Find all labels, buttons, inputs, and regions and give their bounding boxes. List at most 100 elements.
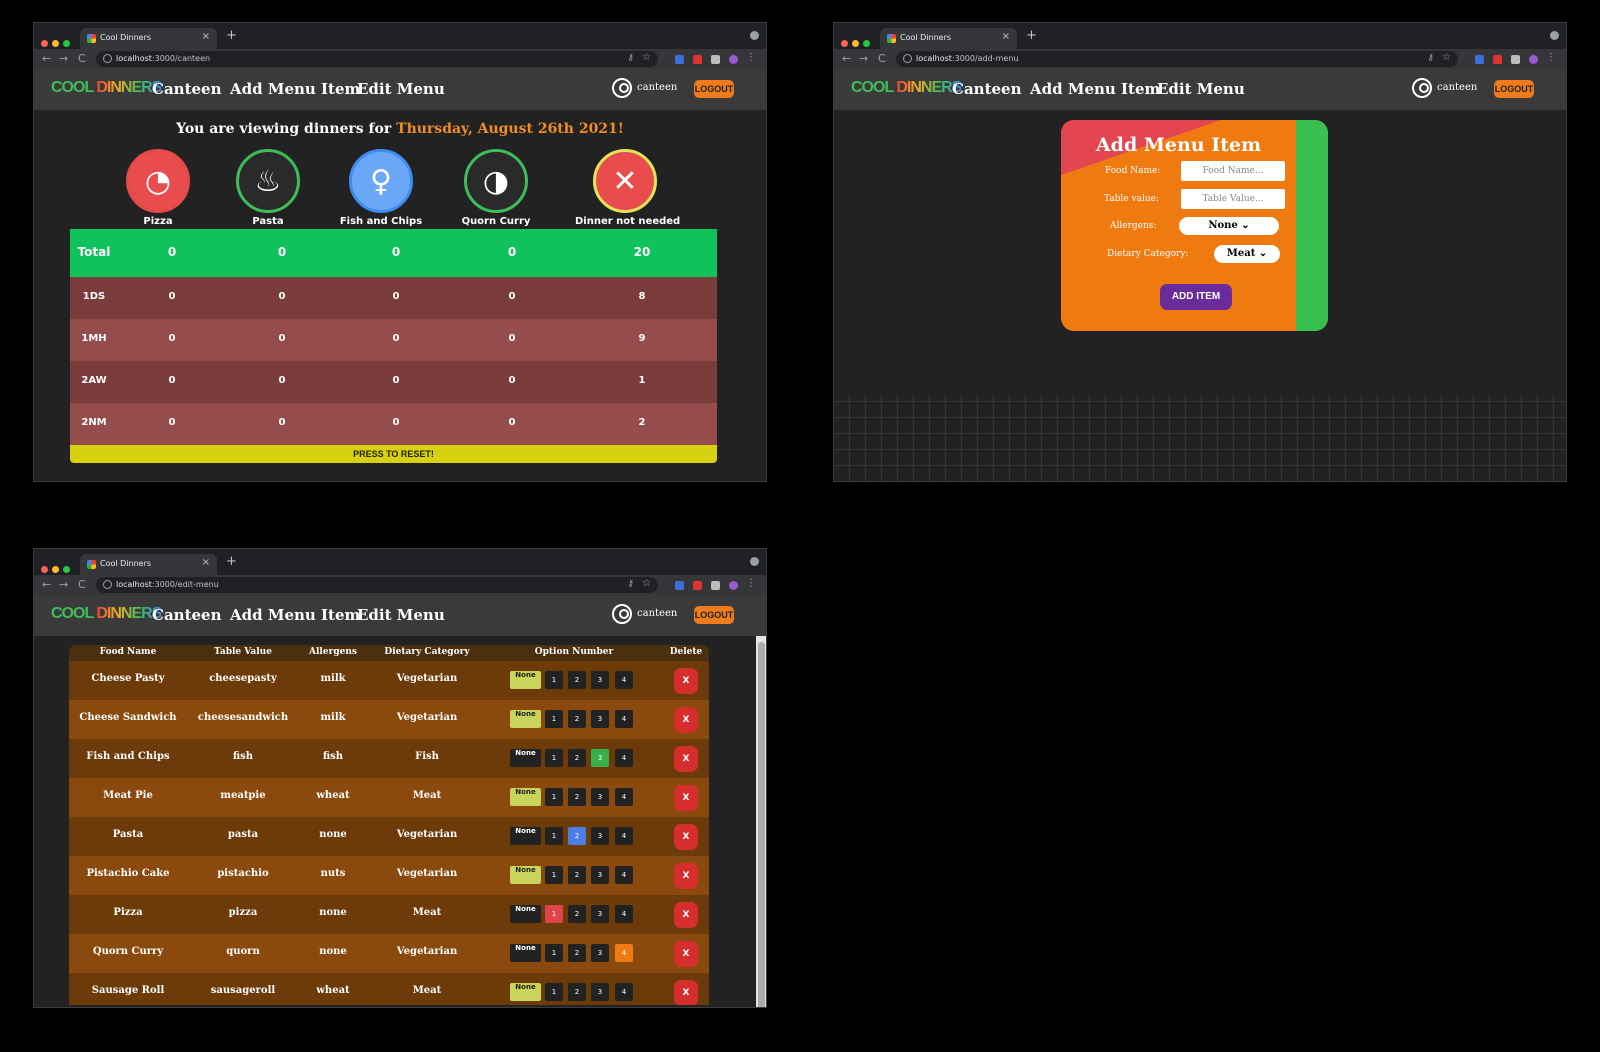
cool-dinners-logo[interactable]: COOL DINNERS — [851, 79, 962, 97]
option-4-button[interactable]: 4 — [615, 671, 633, 689]
option-3-button[interactable]: 3 — [591, 749, 609, 767]
new-tab-icon[interactable]: + — [226, 28, 237, 43]
address-bar[interactable]: localhost:3000/add-menu ⚷ ☆ — [896, 51, 1458, 67]
delete-button[interactable]: X — [674, 824, 698, 850]
option-1-button[interactable]: 1 — [545, 749, 563, 767]
option-2-button[interactable]: 2 — [568, 866, 586, 884]
option-2-button[interactable]: 2 — [568, 710, 586, 728]
browser-menu-icon[interactable]: ⋮ — [746, 578, 756, 589]
option-none-button[interactable]: None — [510, 749, 541, 767]
browser-tab[interactable]: Cool Dinners × — [880, 28, 1017, 49]
option-none-button[interactable]: None — [510, 983, 541, 1001]
back-icon[interactable]: ← — [42, 52, 51, 65]
delete-button[interactable]: X — [674, 941, 698, 967]
bookmark-star-icon[interactable]: ☆ — [1442, 52, 1451, 63]
option-none-button[interactable]: None — [510, 866, 541, 884]
extensions-puzzle-icon[interactable] — [1511, 55, 1520, 64]
option-4-button[interactable]: 4 — [615, 866, 633, 884]
reload-icon[interactable]: C — [78, 52, 86, 65]
nav-add-menu-item[interactable]: Add Menu Item — [230, 606, 360, 624]
delete-button[interactable]: X — [674, 785, 698, 811]
option-3-button[interactable]: 3 — [591, 944, 609, 962]
option-none-button[interactable]: None — [510, 827, 541, 845]
extension-icon[interactable] — [693, 55, 702, 64]
option-1-button[interactable]: 1 — [545, 671, 563, 689]
option-2-button[interactable]: 2 — [568, 788, 586, 806]
delete-button[interactable]: X — [674, 707, 698, 733]
delete-button[interactable]: X — [674, 980, 698, 1005]
key-icon[interactable]: ⚷ — [627, 579, 634, 589]
option-1-button[interactable]: 1 — [545, 983, 563, 1001]
new-tab-icon[interactable]: + — [226, 554, 237, 569]
close-tab-icon[interactable]: × — [202, 31, 210, 42]
option-3-button[interactable]: 3 — [591, 866, 609, 884]
option-3-button[interactable]: 3 — [591, 983, 609, 1001]
option-2-button[interactable]: 2 — [568, 671, 586, 689]
site-info-icon[interactable] — [903, 54, 912, 63]
cool-dinners-logo[interactable]: COOL DINNERS — [51, 605, 162, 623]
site-info-icon[interactable] — [103, 580, 112, 589]
extension-icon[interactable] — [675, 581, 684, 590]
option-none-button[interactable]: None — [510, 710, 541, 728]
profile-avatar-icon[interactable] — [1529, 55, 1538, 64]
option-2-button[interactable]: 2 — [568, 749, 586, 767]
logout-button[interactable]: LOGOUT — [694, 80, 734, 98]
option-1-button[interactable]: 1 — [545, 710, 563, 728]
table-value-input[interactable]: Table Value... — [1181, 189, 1285, 209]
option-4-button[interactable]: 4 — [615, 905, 633, 923]
option-4-button[interactable]: 4 — [615, 788, 633, 806]
bookmark-star-icon[interactable]: ☆ — [642, 578, 651, 589]
option-4-button[interactable]: 4 — [615, 944, 633, 962]
extensions-puzzle-icon[interactable] — [711, 55, 720, 64]
option-4-button[interactable]: 4 — [615, 749, 633, 767]
reset-button[interactable]: PRESS TO RESET! — [70, 445, 717, 463]
option-none-button[interactable]: None — [510, 788, 541, 806]
option-none-button[interactable]: None — [510, 905, 541, 923]
nav-edit-menu[interactable]: Edit Menu — [1157, 80, 1245, 98]
browser-tab[interactable]: Cool Dinners × — [80, 28, 217, 49]
extension-icon[interactable] — [693, 581, 702, 590]
extension-icon[interactable] — [675, 55, 684, 64]
cool-dinners-logo[interactable]: COOL DINNERS — [51, 79, 162, 97]
option-1-button[interactable]: 1 — [545, 788, 563, 806]
dietary-category-select[interactable]: Meat ⌄ — [1214, 245, 1280, 263]
option-3-button[interactable]: 3 — [591, 827, 609, 845]
nav-canteen[interactable]: Canteen — [152, 606, 222, 624]
browser-menu-icon[interactable]: ⋮ — [746, 52, 756, 63]
reload-icon[interactable]: C — [878, 52, 886, 65]
option-2-button[interactable]: 2 — [568, 905, 586, 923]
option-none-button[interactable]: None — [510, 944, 541, 962]
add-item-button[interactable]: ADD ITEM — [1160, 284, 1232, 310]
option-1-button[interactable]: 1 — [545, 827, 563, 845]
nav-edit-menu[interactable]: Edit Menu — [357, 606, 445, 624]
option-2-button[interactable]: 2 — [568, 983, 586, 1001]
option-1-button[interactable]: 1 — [545, 944, 563, 962]
option-3-button[interactable]: 3 — [591, 671, 609, 689]
option-1-button[interactable]: 1 — [545, 866, 563, 884]
option-2-button[interactable]: 2 — [568, 827, 586, 845]
logout-button[interactable]: LOGOUT — [1494, 80, 1534, 98]
tab-search-icon[interactable] — [1550, 31, 1559, 40]
option-1-button[interactable]: 1 — [545, 905, 563, 923]
option-none-button[interactable]: None — [510, 671, 541, 689]
key-icon[interactable]: ⚷ — [627, 53, 634, 63]
close-tab-icon[interactable]: × — [1002, 31, 1010, 42]
option-3-button[interactable]: 3 — [591, 905, 609, 923]
forward-icon[interactable]: → — [59, 52, 68, 65]
forward-icon[interactable]: → — [59, 578, 68, 591]
nav-add-menu-item[interactable]: Add Menu Item — [230, 80, 360, 98]
scrollbar-thumb[interactable] — [758, 642, 765, 1007]
nav-add-menu-item[interactable]: Add Menu Item — [1030, 80, 1160, 98]
allergens-select[interactable]: None ⌄ — [1179, 217, 1279, 235]
option-4-button[interactable]: 4 — [615, 710, 633, 728]
option-2-button[interactable]: 2 — [568, 944, 586, 962]
extension-icon[interactable] — [1493, 55, 1502, 64]
delete-button[interactable]: X — [674, 746, 698, 772]
profile-avatar-icon[interactable] — [729, 581, 738, 590]
profile-avatar-icon[interactable] — [729, 55, 738, 64]
delete-button[interactable]: X — [674, 863, 698, 889]
bookmark-star-icon[interactable]: ☆ — [642, 52, 651, 63]
extension-icon[interactable] — [1475, 55, 1484, 64]
key-icon[interactable]: ⚷ — [1427, 53, 1434, 63]
option-3-button[interactable]: 3 — [591, 788, 609, 806]
